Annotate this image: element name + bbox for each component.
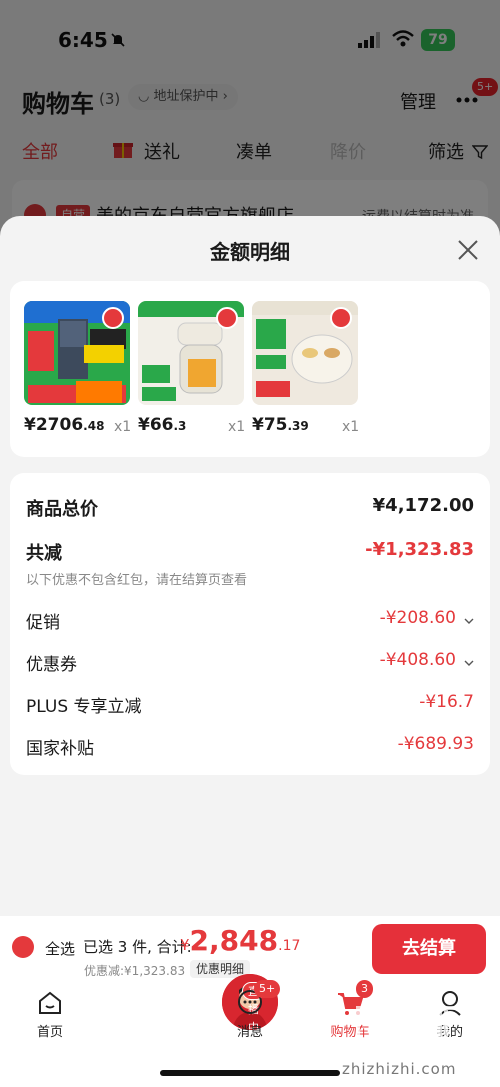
discount-summary: 优惠减:¥1,323.83	[84, 964, 186, 978]
total-price-value: ¥4,172.00	[372, 495, 474, 516]
chevron-down-icon[interactable]	[464, 616, 474, 626]
cart-badge: 3	[356, 980, 373, 998]
home-indicator	[160, 1070, 340, 1076]
checkout-button[interactable]: 去结算	[372, 924, 486, 974]
product-quantity: x1	[114, 419, 132, 435]
product-price: ¥66.3	[138, 415, 187, 435]
discount-note: 以下优惠不包含红包，请在结算页查看	[26, 573, 248, 588]
watermark-logo	[356, 1006, 486, 1050]
checkout-total: ¥2,848.17	[180, 924, 301, 957]
product-quantity: x1	[342, 419, 360, 435]
sheet-title: 金额明细	[210, 240, 290, 264]
total-reduce-label: 共减	[26, 543, 62, 564]
tab-live[interactable]: 直播中	[100, 974, 278, 1044]
promo-label: 促销	[26, 613, 60, 633]
plus-row: PLUS 专享立减 -¥16.7	[26, 692, 474, 718]
subsidy-label: 国家补贴	[26, 739, 94, 759]
amount-detail-sheet: 金额明细 ¥2706.48 x1 ¥66.3 x1 ¥75.39 x1 商品总价…	[0, 216, 500, 916]
subsidy-value: -¥689.93	[397, 734, 474, 754]
total-price-row: 商品总价 ¥4,172.00	[26, 495, 474, 521]
chevron-down-icon[interactable]	[464, 658, 474, 668]
coupon-label: 优惠券	[26, 655, 77, 675]
coupon-value: -¥408.60	[379, 650, 456, 670]
plus-value: -¥16.7	[419, 692, 474, 712]
tab-home[interactable]: 首页	[0, 980, 100, 1044]
products-card: ¥2706.48 x1 ¥66.3 x1 ¥75.39 x1	[10, 281, 490, 457]
subsidy-row: 国家补贴 -¥689.93	[26, 734, 474, 760]
product-quantity: x1	[228, 419, 246, 435]
product-price: ¥75.39	[252, 415, 309, 435]
total-price-label: 商品总价	[26, 499, 98, 520]
selected-count: 已选 3 件, 合计:	[83, 938, 192, 956]
tab-messages-label: 消息	[236, 1025, 263, 1040]
product-price: ¥2706.48	[24, 415, 105, 435]
promo-value: -¥208.60	[379, 608, 456, 628]
select-all-checkbox[interactable]	[12, 936, 34, 958]
tab-messages[interactable]: 5+ 消息	[200, 980, 300, 1044]
promo-row[interactable]: 促销 -¥208.60	[26, 608, 474, 634]
total-reduce-value: -¥1,323.83	[365, 539, 474, 560]
coupon-row[interactable]: 优惠券 -¥408.60	[26, 650, 474, 676]
total-reduce-row: 共减 -¥1,323.83	[26, 539, 474, 565]
product-checkbox[interactable]	[330, 307, 352, 329]
messages-badge: 5+	[254, 980, 281, 998]
product-checkbox[interactable]	[216, 307, 238, 329]
plus-label: PLUS 专享立减	[26, 697, 142, 717]
select-all-label[interactable]: 全选	[45, 938, 75, 959]
amount-details-card: 商品总价 ¥4,172.00 共减 -¥1,323.83 以下优惠不包含红包，请…	[10, 473, 490, 775]
checkout-bar: 全选 已选 3 件, 合计: ¥2,848.17 优惠减:¥1,323.83 优…	[0, 916, 500, 980]
product-checkbox[interactable]	[102, 307, 124, 329]
close-icon[interactable]	[454, 236, 482, 264]
watermark: zhizhizhi.com	[342, 1060, 457, 1078]
tab-home-label: 首页	[36, 1025, 63, 1040]
home-icon	[39, 991, 61, 1014]
